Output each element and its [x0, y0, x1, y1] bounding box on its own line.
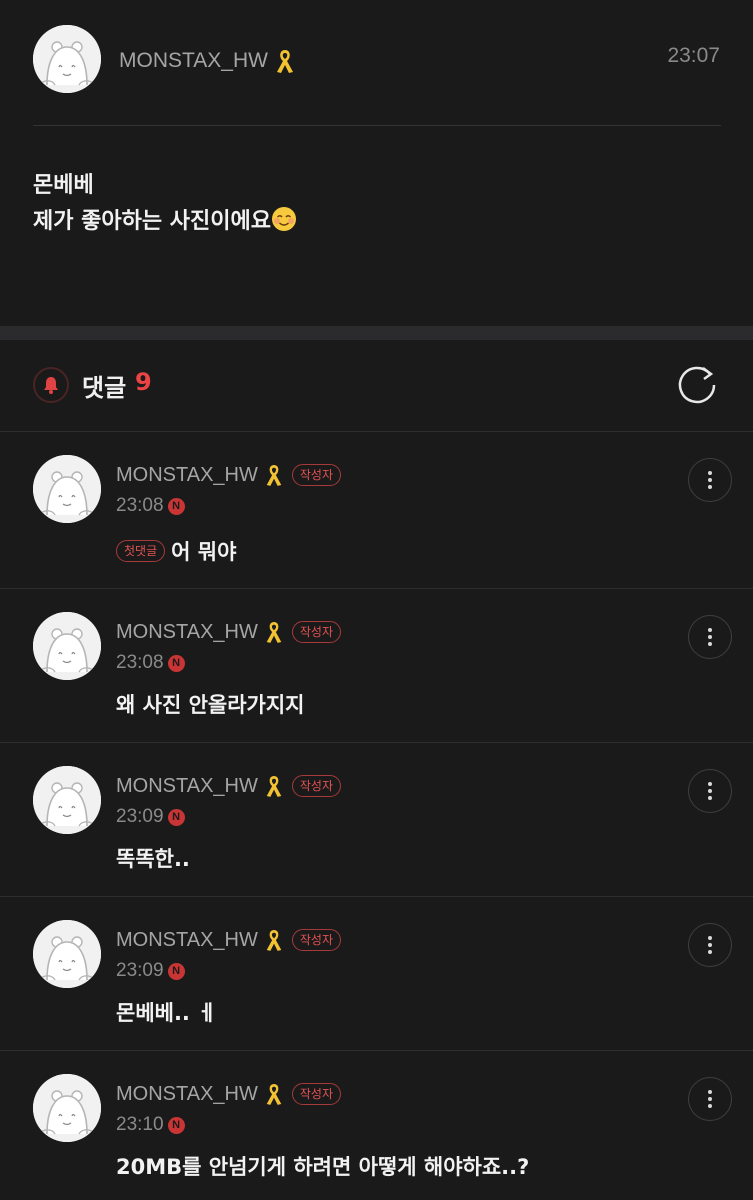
- more-options-button[interactable]: [688, 1077, 732, 1121]
- hamster-avatar-icon: [33, 612, 101, 680]
- yellow-ribbon-icon: [274, 48, 296, 74]
- hamster-avatar-icon: [33, 455, 101, 523]
- writer-badge: 작성자: [291, 1083, 341, 1105]
- more-dots-icon: [708, 782, 712, 786]
- comment-text-row: 똑똑한..: [116, 843, 190, 873]
- hamster-avatar-icon: [33, 25, 101, 93]
- avatar[interactable]: [33, 612, 101, 680]
- comment-text: 똑똑한..: [116, 847, 190, 871]
- comment-author[interactable]: MONSTAX_HW: [116, 464, 258, 487]
- writer-badge: 작성자: [291, 929, 341, 951]
- yellow-ribbon-icon: [264, 463, 284, 487]
- comment-author-row: MONSTAX_HW 작성자: [116, 620, 341, 644]
- comment-text: 어 뭐야: [171, 540, 237, 564]
- comment-author-row: MONSTAX_HW 작성자: [116, 463, 341, 487]
- post-line: 제가 좋아하는 사진이에요: [33, 209, 271, 234]
- notification-bell-button[interactable]: [33, 367, 69, 403]
- comment-time-row: 23:09 N: [116, 960, 185, 982]
- post-author-name[interactable]: MONSTAX_HW: [119, 49, 268, 73]
- comment-time: 23:10: [116, 1114, 164, 1135]
- comment-item: MONSTAX_HW 작성자 23:09 N 똑똑한..: [0, 743, 753, 897]
- avatar[interactable]: [33, 920, 101, 988]
- comment-time: 23:09: [116, 806, 164, 827]
- comment-time-row: 23:09 N: [116, 806, 185, 828]
- more-dots-icon: [708, 628, 712, 632]
- comment-author[interactable]: MONSTAX_HW: [116, 1083, 258, 1106]
- new-badge: N: [167, 497, 185, 515]
- more-dots-icon: [708, 471, 712, 475]
- writer-badge: 작성자: [291, 775, 341, 797]
- comment-item: MONSTAX_HW 작성자 23:08 N 왜 사진 안올라가지지: [0, 589, 753, 743]
- post-line: 몬베베: [33, 173, 94, 198]
- more-dots-icon: [708, 1090, 712, 1094]
- comment-author[interactable]: MONSTAX_HW: [116, 929, 258, 952]
- avatar[interactable]: [33, 455, 101, 523]
- new-badge: N: [167, 1116, 185, 1134]
- yellow-ribbon-icon: [264, 620, 284, 644]
- more-options-button[interactable]: [688, 923, 732, 967]
- refresh-icon: [678, 366, 716, 404]
- more-dots-icon: [708, 936, 712, 940]
- new-badge: N: [167, 654, 185, 672]
- writer-badge: 작성자: [291, 621, 341, 643]
- divider: [33, 125, 721, 126]
- post-line-with-emoji: 제가 좋아하는 사진이에요: [33, 204, 297, 240]
- comment-item: MONSTAX_HW 작성자 23:10 N 20MB를 안넘기게 하려면 아떻…: [0, 1051, 753, 1200]
- comment-author[interactable]: MONSTAX_HW: [116, 621, 258, 644]
- comment-text-row: 몬베베.. ㅔ: [116, 997, 217, 1027]
- bell-icon: [44, 377, 58, 394]
- comment-item: MONSTAX_HW 작성자 23:08 N 첫댓글 어 뭐야: [0, 432, 753, 589]
- avatar[interactable]: [33, 1074, 101, 1142]
- more-options-button[interactable]: [688, 458, 732, 502]
- new-badge: N: [167, 962, 185, 980]
- comment-text-row: 왜 사진 안올라가지지: [116, 689, 305, 719]
- hamster-avatar-icon: [33, 766, 101, 834]
- comment-text-row: 20MB를 안넘기게 하려면 아떻게 해야하죠..?: [116, 1151, 529, 1181]
- first-comment-badge: 첫댓글: [116, 540, 166, 562]
- comment-time: 23:08: [116, 652, 164, 673]
- comment-text: 왜 사진 안올라가지지: [116, 693, 305, 717]
- comment-text-row: 첫댓글 어 뭐야: [116, 536, 236, 566]
- hamster-avatar-icon: [33, 1074, 101, 1142]
- post-body: 몬베베 제가 좋아하는 사진이에요: [33, 168, 297, 240]
- comment-time-row: 23:08 N: [116, 652, 185, 674]
- new-badge: N: [167, 808, 185, 826]
- more-options-button[interactable]: [688, 769, 732, 813]
- comment-text: 몬베베.. ㅔ: [116, 1001, 217, 1025]
- yellow-ribbon-icon: [264, 774, 284, 798]
- comment-author[interactable]: MONSTAX_HW: [116, 775, 258, 798]
- section-separator: [0, 326, 753, 340]
- comment-time-row: 23:10 N: [116, 1114, 185, 1136]
- post-time: 23:07: [667, 44, 720, 67]
- comment-text: 20MB를 안넘기게 하려면 아떻게 해야하죠..?: [116, 1155, 530, 1179]
- comment-item: MONSTAX_HW 작성자 23:09 N 몬베베.. ㅔ: [0, 897, 753, 1051]
- avatar[interactable]: [33, 25, 101, 93]
- smiling-face-emoji-icon: [271, 207, 296, 231]
- comments-header: 댓글 9: [0, 340, 753, 432]
- comment-time: 23:09: [116, 960, 164, 981]
- comments-label: 댓글: [82, 374, 127, 402]
- comment-time-row: 23:08 N: [116, 495, 185, 517]
- yellow-ribbon-icon: [264, 928, 284, 952]
- yellow-ribbon-icon: [264, 1082, 284, 1106]
- comment-time: 23:08: [116, 495, 164, 516]
- comments-count: 9: [135, 368, 152, 396]
- writer-badge: 작성자: [291, 464, 341, 486]
- more-options-button[interactable]: [688, 615, 732, 659]
- hamster-avatar-icon: [33, 920, 101, 988]
- avatar[interactable]: [33, 766, 101, 834]
- post-author[interactable]: MONSTAX_HW: [119, 48, 296, 74]
- refresh-button[interactable]: [674, 362, 720, 408]
- comment-author-row: MONSTAX_HW 작성자: [116, 928, 341, 952]
- post-header: MONSTAX_HW 23:07: [0, 0, 753, 126]
- comment-author-row: MONSTAX_HW 작성자: [116, 1082, 341, 1106]
- comment-author-row: MONSTAX_HW 작성자: [116, 774, 341, 798]
